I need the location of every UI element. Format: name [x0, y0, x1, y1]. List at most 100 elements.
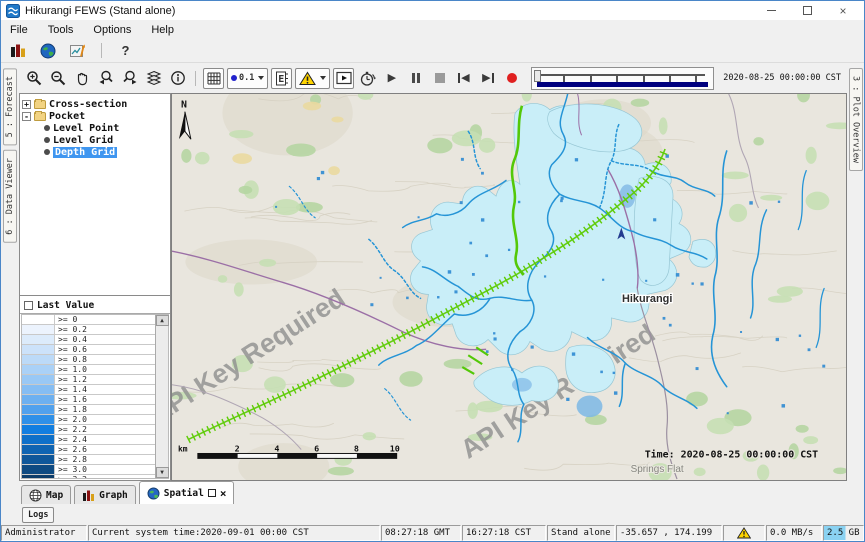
- legend-row[interactable]: >= 1.4: [22, 385, 155, 395]
- threshold-dot-icon: [231, 75, 237, 81]
- legend-row[interactable]: >= 0.8: [22, 355, 155, 365]
- zoom-previous-icon[interactable]: [95, 68, 116, 89]
- legend-row[interactable]: >= 1.0: [22, 365, 155, 375]
- scroll-up-icon[interactable]: ▲: [156, 315, 169, 326]
- legend-row-label: >= 3.2: [55, 475, 155, 478]
- scale-legend-button[interactable]: E: [271, 68, 292, 89]
- tree-node-label[interactable]: Pocket: [49, 111, 85, 122]
- tab-graph-label: Graph: [99, 490, 128, 501]
- menu-file[interactable]: File: [10, 24, 28, 36]
- legend-row[interactable]: >= 3.0: [22, 465, 155, 475]
- tab-graph[interactable]: Graph: [74, 485, 136, 504]
- tab-spatial[interactable]: Spatial ×: [139, 481, 235, 504]
- tab-map[interactable]: Map: [21, 485, 71, 504]
- legend-row[interactable]: >= 0: [22, 315, 155, 325]
- tree-node-label-selected[interactable]: Depth Grid: [53, 147, 117, 158]
- menu-tools[interactable]: Tools: [48, 24, 74, 36]
- legend-color-swatch: [22, 435, 55, 444]
- town-label: Hikurangi: [622, 293, 672, 305]
- map-toolbar: 0.1 E ▶ ◀ ▶ 2020-08-25 00:00:00: [19, 63, 847, 93]
- legend-row[interactable]: >= 2.4: [22, 435, 155, 445]
- tab-data-viewer[interactable]: 6 : Data Viewer: [3, 150, 17, 243]
- legend-color-swatch: [22, 315, 55, 324]
- float-panel-icon[interactable]: [208, 489, 216, 497]
- legend-color-swatch: [22, 395, 55, 404]
- grid-display-button[interactable]: [203, 68, 224, 89]
- expander-expanded-icon[interactable]: -: [22, 112, 31, 121]
- legend-row[interactable]: >= 2.8: [22, 455, 155, 465]
- close-button[interactable]: ×: [837, 5, 849, 17]
- folder-icon: [34, 112, 46, 121]
- time-slider-thumb[interactable]: [534, 70, 541, 82]
- tree-node-label[interactable]: Level Point: [53, 123, 119, 134]
- threshold-dropdown[interactable]: 0.1: [227, 68, 268, 89]
- maximize-button[interactable]: [801, 5, 813, 17]
- map-viewport[interactable]: API Key Required API Key Required: [171, 93, 847, 481]
- legend-row[interactable]: >= 0.4: [22, 335, 155, 345]
- stop-button[interactable]: [429, 68, 450, 89]
- record-button[interactable]: [501, 68, 522, 89]
- map-globe-icon: [29, 489, 42, 502]
- pan-hand-icon[interactable]: [71, 68, 92, 89]
- menu-options[interactable]: Options: [93, 24, 131, 36]
- menu-help[interactable]: Help: [151, 24, 174, 36]
- legend-row[interactable]: >= 1.6: [22, 395, 155, 405]
- tree-node-pocket[interactable]: - Pocket: [22, 110, 168, 122]
- skip-to-end-button[interactable]: ▶: [477, 68, 498, 89]
- warning-thresholds-dropdown[interactable]: [295, 68, 330, 89]
- legend-color-swatch: [22, 385, 55, 394]
- close-panel-icon[interactable]: ×: [220, 488, 227, 499]
- tab-map-label: Map: [46, 490, 63, 501]
- last-value-checkbox[interactable]: [24, 301, 33, 310]
- tree-node-label[interactable]: Level Grid: [53, 135, 113, 146]
- layers-icon[interactable]: [143, 68, 164, 89]
- tree-node-level-grid[interactable]: Level Grid: [22, 134, 168, 146]
- tab-plot-overview[interactable]: 3 : Plot Overview: [849, 68, 863, 171]
- tree-node-level-point[interactable]: Level Point: [22, 122, 168, 134]
- legend-row[interactable]: >= 3.2: [22, 475, 155, 478]
- tab-forecast[interactable]: 5 : Forecast: [3, 68, 17, 145]
- graph-display-icon[interactable]: [67, 40, 88, 61]
- minimize-button[interactable]: [765, 5, 777, 17]
- status-warning-cell[interactable]: [723, 525, 765, 541]
- layer-bullet-icon: [44, 149, 50, 155]
- tree-node-cross-section[interactable]: + Cross-section: [22, 98, 168, 110]
- status-mode: Stand alone: [547, 525, 615, 541]
- expander-collapsed-icon[interactable]: +: [22, 100, 31, 109]
- skip-to-start-button[interactable]: ◀: [453, 68, 474, 89]
- legend-scrollbar[interactable]: ▲ ▼: [155, 315, 168, 478]
- legend-color-swatch: [22, 375, 55, 384]
- legend-row[interactable]: >= 1.8: [22, 405, 155, 415]
- zoom-out-icon[interactable]: [47, 68, 68, 89]
- legend-color-swatch: [22, 335, 55, 344]
- animation-timer-icon[interactable]: [357, 68, 378, 89]
- legend-row-label: >= 1.8: [55, 405, 155, 414]
- help-button[interactable]: ?: [115, 40, 136, 61]
- legend-row[interactable]: >= 0.6: [22, 345, 155, 355]
- legend-color-swatch: [22, 355, 55, 364]
- play-button[interactable]: ▶: [381, 68, 402, 89]
- legend-row[interactable]: >= 2.6: [22, 445, 155, 455]
- pause-button[interactable]: [405, 68, 426, 89]
- animation-player-button[interactable]: [333, 68, 354, 89]
- threshold-value: 0.1: [239, 73, 254, 83]
- database-chart-icon[interactable]: [7, 40, 28, 61]
- scroll-down-icon[interactable]: ▼: [156, 467, 169, 478]
- logs-button[interactable]: Logs: [22, 507, 54, 523]
- tree-node-depth-grid[interactable]: Depth Grid: [22, 146, 168, 158]
- legend-row[interactable]: >= 2.2: [22, 425, 155, 435]
- tree-node-label[interactable]: Cross-section: [49, 99, 127, 110]
- zoom-next-icon[interactable]: [119, 68, 140, 89]
- legend-row-label: >= 0.4: [55, 335, 155, 344]
- legend-row[interactable]: >= 0.2: [22, 325, 155, 335]
- legend-row[interactable]: >= 2.0: [22, 415, 155, 425]
- zoom-in-icon[interactable]: [23, 68, 44, 89]
- folder-icon: [34, 100, 46, 109]
- legend-row-label: >= 2.8: [55, 455, 155, 464]
- warning-triangle-icon: [737, 527, 751, 539]
- time-slider[interactable]: [531, 67, 714, 90]
- globe-icon[interactable]: [37, 40, 58, 61]
- legend-row[interactable]: >= 1.2: [22, 375, 155, 385]
- legend-row-label: >= 1.2: [55, 375, 155, 384]
- info-icon[interactable]: [167, 68, 188, 89]
